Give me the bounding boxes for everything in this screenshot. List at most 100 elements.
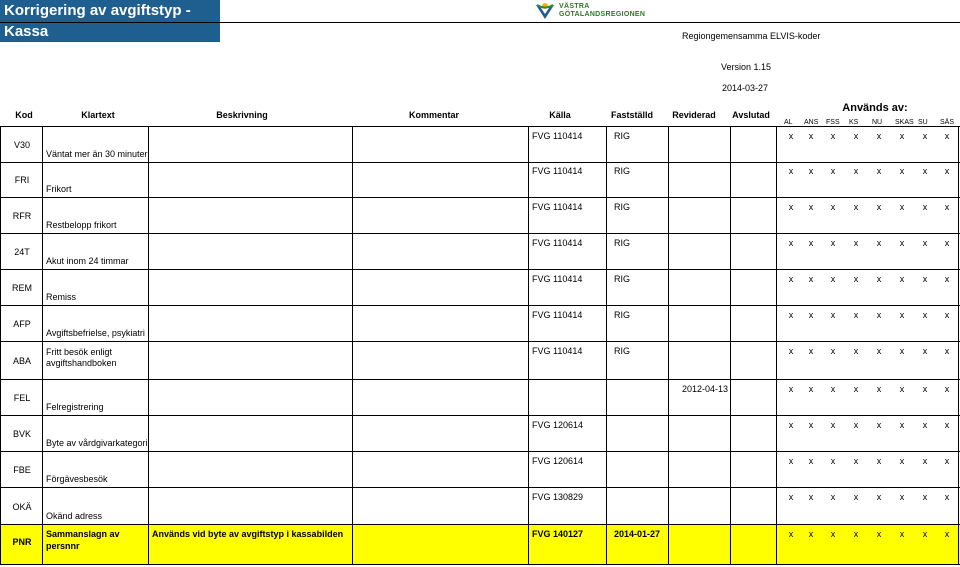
column-divider (0, 380, 1, 416)
cell-used-ks: x (853, 420, 859, 430)
cell-used-skas: x (899, 202, 905, 212)
cell-used-al: x (788, 492, 794, 502)
column-divider (352, 416, 353, 452)
header-user-0: AL (784, 119, 793, 126)
cell-used-säs: x (944, 529, 950, 539)
column-divider (0, 198, 1, 234)
column-divider (42, 126, 43, 162)
cell-kalla: FVG 140127 (532, 529, 584, 539)
cell-faststalld: 2014-01-27 (614, 529, 661, 539)
cell-used-skas: x (899, 492, 905, 502)
column-divider (606, 198, 607, 234)
cell-used-al: x (788, 529, 794, 539)
column-divider (42, 452, 43, 488)
column-divider (606, 380, 607, 416)
column-divider (958, 162, 959, 198)
date-label: 2014-03-27 (722, 83, 769, 93)
cell-kod: PNR (12, 537, 32, 547)
cell-used-ks: x (853, 384, 859, 394)
cell-used-skas: x (899, 456, 905, 466)
column-divider (148, 234, 149, 270)
cell-used-al: x (788, 166, 794, 176)
column-divider (606, 306, 607, 342)
column-divider (730, 380, 731, 416)
cell-klartext: Fritt besök enligt avgiftshandboken (46, 347, 117, 368)
column-divider (528, 488, 529, 525)
cell-used-nu: x (876, 456, 882, 466)
column-divider (148, 306, 149, 342)
cell-used-su: x (922, 202, 928, 212)
cell-used-säs: x (944, 456, 950, 466)
cell-used-nu: x (876, 310, 882, 320)
column-divider (668, 198, 669, 234)
column-divider (528, 270, 529, 306)
cell-used-fss: x (830, 202, 836, 212)
cell-used-su: x (922, 346, 928, 356)
column-divider (0, 342, 1, 380)
cell-kalla: FVG 110414 (532, 310, 583, 320)
column-divider (606, 270, 607, 306)
cell-used-säs: x (944, 384, 950, 394)
column-divider (42, 162, 43, 198)
column-divider (958, 270, 959, 306)
cell-used-ks: x (853, 346, 859, 356)
column-divider (352, 306, 353, 342)
cell-used-su: x (922, 456, 928, 466)
column-divider (0, 162, 1, 198)
header-divider (0, 22, 960, 23)
table-row: REM Remiss FVG 110414 RIG x x x x x x x x (0, 270, 960, 306)
cell-used-nu: x (876, 202, 882, 212)
cell-used-ks: x (853, 274, 859, 284)
cell-used-nu: x (876, 492, 882, 502)
column-divider (958, 380, 959, 416)
cell-kalla: FVG 110414 (532, 131, 583, 141)
cell-used-fss: x (830, 274, 836, 284)
cell-kod: FEL (13, 393, 31, 403)
cell-used-skas: x (899, 131, 905, 141)
cell-used-säs: x (944, 310, 950, 320)
column-divider (352, 198, 353, 234)
header-user-2: FSS (826, 119, 840, 126)
cell-used-ks: x (853, 131, 859, 141)
column-divider (606, 452, 607, 488)
column-divider (730, 525, 731, 565)
cell-used-fss: x (830, 384, 836, 394)
cell-faststalld: RIG (614, 274, 631, 284)
column-divider (42, 270, 43, 306)
logo-line2: GÖTALANDSREGIONEN (559, 11, 646, 18)
cell-used-fss: x (830, 456, 836, 466)
column-divider (148, 525, 149, 565)
column-divider (776, 126, 777, 162)
cell-used-säs: x (944, 166, 950, 176)
cell-used-su: x (922, 166, 928, 176)
column-divider (776, 452, 777, 488)
cell-kod: RFR (12, 211, 32, 221)
column-divider (528, 342, 529, 380)
cell-kod: 24T (14, 247, 30, 257)
column-divider (776, 234, 777, 270)
cell-kalla: FVG 130829 (532, 492, 584, 502)
cell-used-fss: x (830, 492, 836, 502)
header-user-6: SU (918, 119, 928, 126)
cell-used-fss: x (830, 131, 836, 141)
cell-used-ans: x (808, 131, 814, 141)
column-divider (730, 126, 731, 162)
cell-used-ans: x (808, 310, 814, 320)
column-divider (352, 234, 353, 270)
column-divider (730, 342, 731, 380)
column-divider (668, 488, 669, 525)
cell-used-fss: x (830, 529, 836, 539)
column-divider (42, 306, 43, 342)
table-row: AFP Avgiftsbefrielse, psykiatri FVG 110414… (0, 306, 960, 342)
table-row: ABA Fritt besök enligt avgiftshandboken FV… (0, 342, 960, 380)
column-divider (606, 525, 607, 565)
column-divider (958, 198, 959, 234)
cell-kalla: FVG 110414 (532, 166, 583, 176)
column-divider (148, 126, 149, 162)
column-divider (352, 525, 353, 565)
column-divider (776, 198, 777, 234)
column-divider (0, 306, 1, 342)
column-divider (776, 306, 777, 342)
column-divider (148, 342, 149, 380)
cell-used-al: x (788, 131, 794, 141)
